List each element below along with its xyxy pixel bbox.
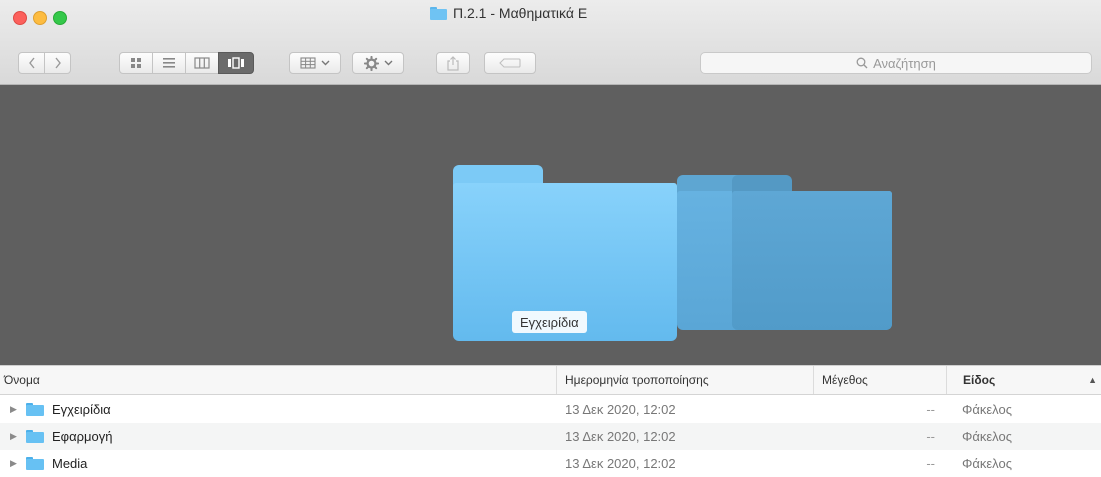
tags-button[interactable]	[484, 52, 536, 74]
row-date: 13 Δεκ 2020, 12:02	[565, 456, 676, 471]
group-grid-icon	[300, 57, 316, 69]
row-size: --	[926, 429, 935, 444]
folder-icon	[26, 403, 44, 416]
minimize-window-button[interactable]	[33, 11, 47, 25]
disclosure-triangle-icon[interactable]: ▶	[10, 404, 26, 415]
column-header-size[interactable]: Μέγεθος	[813, 366, 946, 394]
chevron-down-icon	[384, 60, 392, 66]
icon-view-button[interactable]	[119, 52, 153, 74]
list-row-0[interactable]: ▶ Εγχειρίδια 13 Δεκ 2020, 12:02 -- Φάκελ…	[0, 396, 1101, 423]
list-view-button[interactable]	[152, 52, 186, 74]
list-row-1[interactable]: ▶ Εφαρμογή 13 Δεκ 2020, 12:02 -- Φάκελος	[0, 423, 1101, 450]
row-date: 13 Δεκ 2020, 12:02	[565, 402, 676, 417]
column-view-button[interactable]	[185, 52, 219, 74]
finder-window: Π.2.1 - Μαθηματικά Ε Αναζήτηση Εγχειρίδι…	[0, 0, 1101, 477]
close-window-button[interactable]	[13, 11, 27, 25]
search-icon	[856, 57, 868, 69]
cover-flow-selected-label: Εγχειρίδια	[512, 311, 587, 333]
row-date: 13 Δεκ 2020, 12:02	[565, 429, 676, 444]
row-name: Εφαρμογή	[52, 429, 113, 444]
folder-icon	[26, 457, 44, 470]
titlebar: Π.2.1 - Μαθηματικά Ε Αναζήτηση	[0, 0, 1101, 85]
row-kind: Φάκελος	[962, 456, 1012, 471]
row-kind: Φάκελος	[962, 402, 1012, 417]
columns-icon	[194, 57, 210, 69]
disclosure-triangle-icon[interactable]: ▶	[10, 431, 26, 442]
column-header-name[interactable]: Όνομα	[0, 366, 556, 394]
list-row-2[interactable]: ▶ Media 13 Δεκ 2020, 12:02 -- Φάκελος	[0, 450, 1101, 477]
column-header-kind[interactable]: Είδος ▲	[946, 366, 1101, 394]
folder-preview-back-2[interactable]	[732, 175, 892, 330]
row-name-cell: ▶ Media	[10, 450, 550, 477]
disclosure-triangle-icon[interactable]: ▶	[10, 458, 26, 469]
coverflow-icon	[228, 57, 244, 69]
action-menu-button[interactable]	[352, 52, 404, 74]
chevron-down-icon	[321, 60, 330, 66]
sort-ascending-icon: ▲	[1088, 375, 1097, 385]
row-size: --	[926, 456, 935, 471]
view-mode-segmented-control	[119, 52, 254, 74]
navigation-buttons	[18, 52, 71, 74]
gear-icon	[363, 55, 379, 71]
window-title: Π.2.1 - Μαθηματικά Ε	[453, 5, 588, 21]
column-header-date-modified[interactable]: Ημερομηνία τροποποίησης	[556, 366, 813, 394]
tag-icon	[499, 58, 521, 68]
forward-button[interactable]	[44, 52, 71, 74]
row-kind: Φάκελος	[962, 429, 1012, 444]
share-button[interactable]	[436, 52, 470, 74]
row-name-cell: ▶ Εγχειρίδια	[10, 396, 550, 423]
list-header: Όνομα Ημερομηνία τροποποίησης Μέγεθος Εί…	[0, 365, 1101, 395]
chevron-left-icon	[28, 57, 35, 69]
cover-flow-view-button[interactable]	[218, 52, 254, 74]
window-title-area: Π.2.1 - Μαθηματικά Ε	[430, 5, 730, 21]
folder-body	[732, 191, 892, 330]
list-icon	[163, 58, 175, 68]
zoom-window-button[interactable]	[53, 11, 67, 25]
row-name-cell: ▶ Εφαρμογή	[10, 423, 550, 450]
row-size: --	[926, 402, 935, 417]
folder-icon	[26, 430, 44, 443]
search-placeholder: Αναζήτηση	[873, 55, 936, 71]
grid-icon	[131, 58, 141, 68]
row-name: Media	[52, 456, 88, 471]
row-name: Εγχειρίδια	[52, 402, 111, 417]
column-header-kind-label: Είδος	[963, 373, 996, 387]
folder-icon	[430, 6, 447, 20]
chevron-right-icon	[54, 57, 61, 69]
cover-flow-preview[interactable]: Εγχειρίδια	[0, 85, 1101, 365]
group-by-button[interactable]	[289, 52, 341, 74]
back-button[interactable]	[18, 52, 45, 74]
search-field[interactable]: Αναζήτηση	[700, 52, 1092, 74]
share-icon	[447, 55, 459, 71]
